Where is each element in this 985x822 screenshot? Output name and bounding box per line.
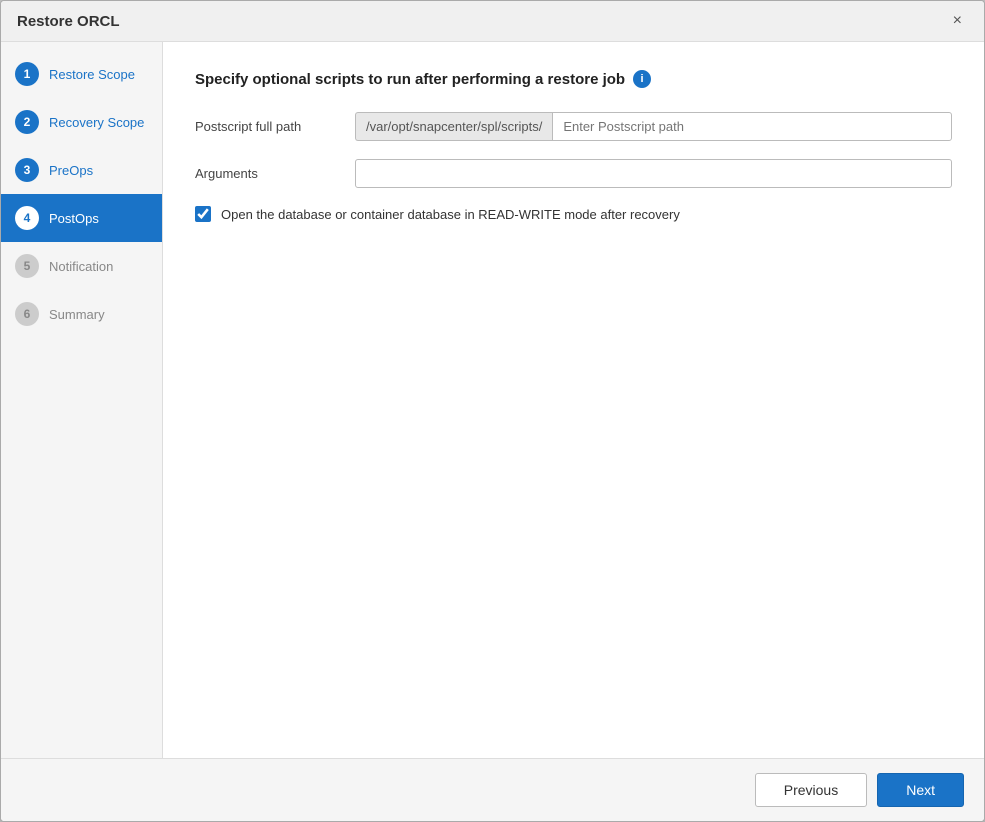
- dialog-title: Restore ORCL: [17, 13, 120, 30]
- dialog-footer: Previous Next: [1, 758, 984, 821]
- sidebar-label-restore-scope: Restore Scope: [49, 67, 135, 82]
- sidebar-item-restore-scope[interactable]: 1 Restore Scope: [1, 50, 162, 98]
- checkbox-row: Open the database or container database …: [195, 206, 952, 222]
- step-badge-6: 6: [15, 302, 39, 326]
- close-button[interactable]: ×: [947, 11, 968, 31]
- previous-button[interactable]: Previous: [755, 773, 867, 807]
- sidebar-item-summary: 6 Summary: [1, 290, 162, 338]
- postscript-row: Postscript full path /var/opt/snapcenter…: [195, 112, 952, 141]
- step-badge-2: 2: [15, 110, 39, 134]
- sidebar-label-notification: Notification: [49, 259, 113, 274]
- checkbox-label[interactable]: Open the database or container database …: [221, 207, 680, 222]
- dialog-header: Restore ORCL ×: [1, 1, 984, 42]
- sidebar-item-notification: 5 Notification: [1, 242, 162, 290]
- sidebar-label-recovery-scope: Recovery Scope: [49, 115, 144, 130]
- arguments-label: Arguments: [195, 166, 355, 181]
- read-write-checkbox[interactable]: [195, 206, 211, 222]
- info-icon[interactable]: i: [633, 70, 651, 88]
- section-heading: Specify optional scripts to run after pe…: [195, 70, 952, 88]
- arguments-row: Arguments: [195, 159, 952, 188]
- sidebar-label-postops: PostOps: [49, 211, 99, 226]
- sidebar-label-summary: Summary: [49, 307, 105, 322]
- sidebar-item-preops[interactable]: 3 PreOps: [1, 146, 162, 194]
- postscript-label: Postscript full path: [195, 119, 355, 134]
- sidebar: 1 Restore Scope 2 Recovery Scope 3 PreOp…: [1, 42, 163, 758]
- main-content: Specify optional scripts to run after pe…: [163, 42, 984, 758]
- restore-dialog: Restore ORCL × 1 Restore Scope 2 Recover…: [0, 0, 985, 822]
- step-badge-5: 5: [15, 254, 39, 278]
- step-badge-1: 1: [15, 62, 39, 86]
- step-badge-3: 3: [15, 158, 39, 182]
- dialog-body: 1 Restore Scope 2 Recovery Scope 3 PreOp…: [1, 42, 984, 758]
- sidebar-item-recovery-scope[interactable]: 2 Recovery Scope: [1, 98, 162, 146]
- arguments-input[interactable]: [355, 159, 952, 188]
- postscript-input-group: /var/opt/snapcenter/spl/scripts/: [355, 112, 952, 141]
- sidebar-label-preops: PreOps: [49, 163, 93, 178]
- step-badge-4: 4: [15, 206, 39, 230]
- next-button[interactable]: Next: [877, 773, 964, 807]
- postscript-prefix: /var/opt/snapcenter/spl/scripts/: [355, 112, 552, 141]
- postscript-input[interactable]: [552, 112, 952, 141]
- sidebar-item-postops[interactable]: 4 PostOps: [1, 194, 162, 242]
- heading-text: Specify optional scripts to run after pe…: [195, 71, 625, 88]
